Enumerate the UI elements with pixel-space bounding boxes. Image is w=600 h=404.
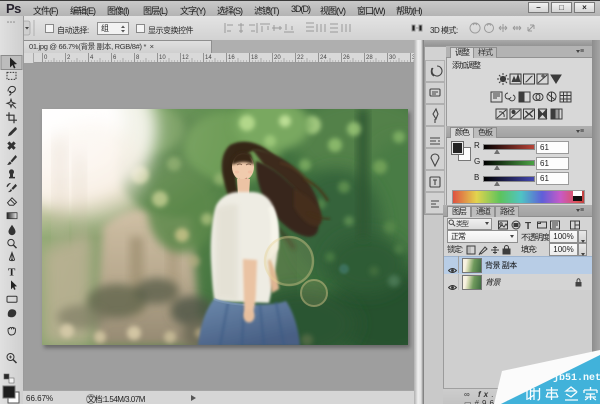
svg-text:0: 0 — [44, 55, 48, 61]
svg-text:30: 30 — [389, 55, 396, 61]
svg-text:12: 12 — [182, 55, 189, 61]
svg-text:26: 26 — [343, 55, 350, 61]
svg-text:10: 10 — [159, 55, 166, 61]
svg-text:14: 14 — [205, 55, 212, 61]
svg-text:24: 24 — [320, 55, 327, 61]
svg-text:6: 6 — [113, 55, 117, 61]
svg-text:8: 8 — [136, 55, 140, 61]
svg-text:18: 18 — [251, 55, 258, 61]
svg-text:T: T — [525, 221, 531, 231]
svg-text:20: 20 — [274, 55, 281, 61]
svg-text:28: 28 — [366, 55, 373, 61]
svg-text:16: 16 — [228, 55, 235, 61]
svg-text:2: 2 — [67, 55, 71, 61]
svg-text:4: 4 — [90, 55, 94, 61]
svg-text:T: T — [8, 267, 16, 279]
svg-text:22: 22 — [297, 55, 304, 61]
